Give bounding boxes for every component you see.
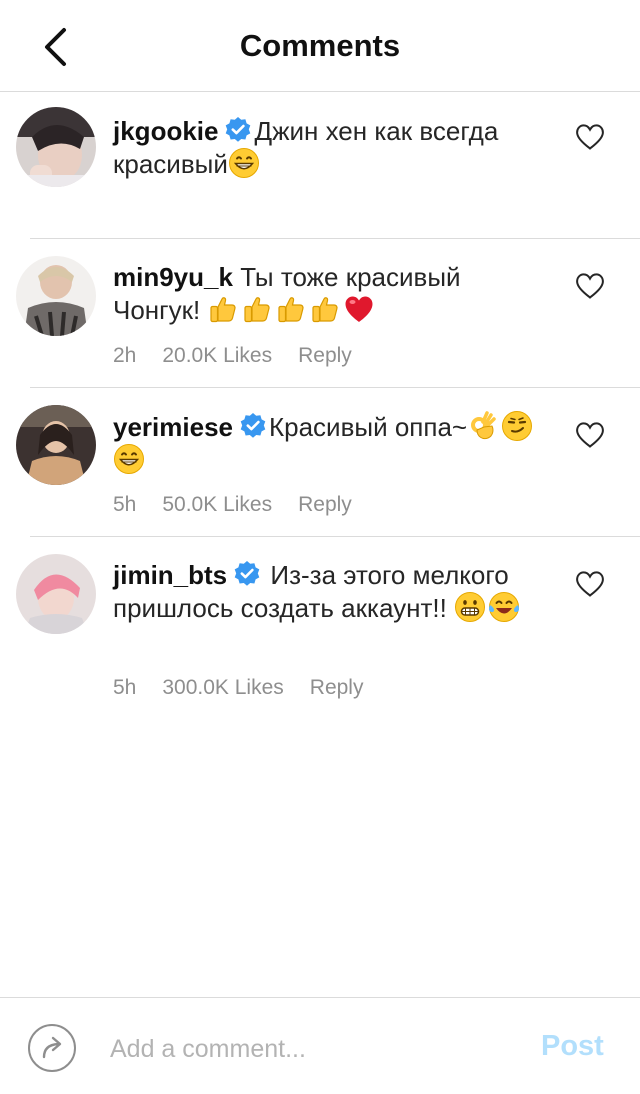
header: Comments: [0, 0, 640, 92]
verified-badge-icon: [239, 412, 267, 440]
avatar[interactable]: [16, 107, 96, 187]
comment-meta: 2h 20.0K Likes Reply: [113, 344, 378, 368]
comment-meta: 5h 50.0K Likes Reply: [113, 493, 378, 517]
comment-text: jimin_bts Из-за этого мелкого пришлось с…: [113, 559, 543, 624]
username[interactable]: min9yu_k: [113, 262, 233, 292]
comment-body: Красивый оппа~: [268, 412, 468, 442]
comment-item: jimin_bts Из-за этого мелкого пришлось с…: [0, 537, 640, 717]
thumbs-up-emoji: [207, 293, 239, 325]
share-button[interactable]: [28, 1024, 76, 1072]
comment-meta: 5h 300.0K Likes Reply: [113, 676, 389, 700]
reply-button[interactable]: Reply: [298, 344, 352, 367]
comment-item: yerimiese Красивый оппа~ 5h 50.0K Likes Rep…: [0, 388, 640, 537]
comment-time: 2h: [113, 344, 137, 367]
comment-time: 5h: [113, 493, 137, 516]
ok-hand-emoji: [467, 410, 499, 442]
red-heart-emoji: [343, 293, 375, 325]
comment-text: yerimiese Красивый оппа~: [113, 410, 543, 476]
heart-icon[interactable]: [575, 570, 605, 598]
thumbs-up-emoji: [275, 293, 307, 325]
grin-emoji: [228, 147, 260, 179]
comment-text: min9yu_k Ты тоже красивый Чонгук!: [113, 261, 543, 326]
heart-icon[interactable]: [575, 123, 605, 151]
thumbs-up-emoji: [241, 293, 273, 325]
comment-likes[interactable]: 20.0K Likes: [162, 344, 272, 367]
avatar[interactable]: [16, 554, 96, 634]
share-arrow-icon: [42, 1036, 62, 1059]
thumbs-up-emoji: [309, 293, 341, 325]
comment-input[interactable]: [110, 1032, 510, 1066]
post-button[interactable]: Post: [541, 1030, 604, 1063]
grin-emoji: [113, 443, 145, 475]
page-title: Comments: [239, 28, 401, 63]
comment-likes[interactable]: 50.0K Likes: [162, 493, 272, 516]
verified-badge-icon: [224, 116, 252, 144]
reply-button[interactable]: Reply: [298, 493, 352, 516]
heart-icon[interactable]: [575, 421, 605, 449]
username[interactable]: jimin_bts: [113, 560, 227, 590]
grimace-emoji: [454, 591, 486, 623]
comment-caption: jkgookie Джин хен как всегда красивый: [0, 92, 640, 239]
smirk-emoji: [501, 410, 533, 442]
verified-badge-icon: [233, 560, 261, 588]
username[interactable]: jkgookie: [113, 116, 218, 146]
avatar[interactable]: [16, 256, 96, 336]
comment-likes[interactable]: 300.0K Likes: [162, 676, 283, 699]
heart-icon[interactable]: [575, 272, 605, 300]
avatar[interactable]: [16, 405, 96, 485]
username[interactable]: yerimiese: [113, 412, 233, 442]
tears-of-joy-emoji: [488, 591, 520, 623]
comment-time: 5h: [113, 676, 137, 699]
reply-button[interactable]: Reply: [310, 676, 364, 699]
comment-item: min9yu_k Ты тоже красивый Чонгук! 2h 20.0…: [0, 239, 640, 388]
comment-text: jkgookie Джин хен как всегда красивый: [113, 115, 543, 180]
comment-composer: Post: [0, 997, 640, 1094]
